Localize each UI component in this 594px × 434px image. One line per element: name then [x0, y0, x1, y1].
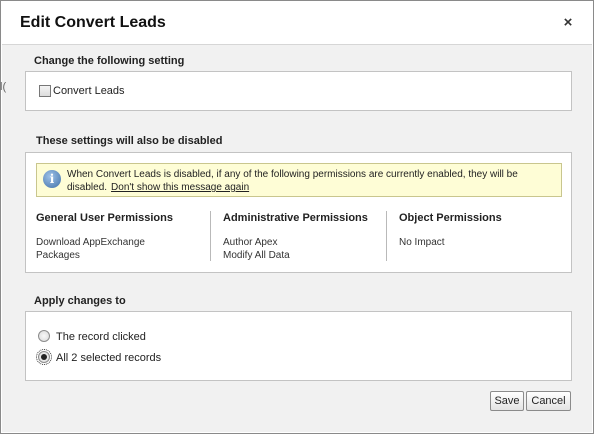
column-header-administrative: Administrative Permissions: [223, 212, 368, 224]
dont-show-again-link[interactable]: Don't show this message again: [111, 182, 249, 193]
convert-leads-checkbox[interactable]: [39, 85, 51, 97]
admin-permission-item: Author Apex: [223, 237, 278, 248]
section-title-change-setting: Change the following setting: [34, 55, 185, 67]
cancel-button[interactable]: Cancel: [526, 391, 571, 411]
dialog-body: Change the following setting Convert Lea…: [2, 45, 592, 432]
dialog-title: Edit Convert Leads: [20, 14, 166, 31]
column-divider: [386, 211, 387, 261]
convert-leads-label: Convert Leads: [53, 85, 125, 97]
close-icon[interactable]: ×: [561, 15, 575, 30]
section-title-apply-changes: Apply changes to: [34, 295, 126, 307]
also-disabled-box: i When Convert Leads is disabled, if any…: [25, 152, 572, 273]
general-permission-item: Packages: [36, 250, 80, 261]
column-header-general: General User Permissions: [36, 212, 173, 224]
change-setting-box: Convert Leads: [25, 71, 572, 111]
admin-permission-item: Modify All Data: [223, 250, 290, 261]
dialog-header: Edit Convert Leads ×: [2, 2, 592, 45]
radio-all-selected-label: All 2 selected records: [56, 352, 162, 364]
general-permission-item: Download AppExchange: [36, 237, 145, 248]
object-permission-item: No Impact: [399, 237, 445, 248]
radio-record-clicked-label: The record clicked: [56, 331, 146, 343]
info-message: When Convert Leads is disabled, if any o…: [67, 168, 557, 194]
apply-changes-box: The record clicked All 2 selected record…: [25, 311, 572, 381]
section-title-also-disabled: These settings will also be disabled: [36, 135, 223, 147]
radio-all-selected[interactable]: [36, 349, 52, 365]
info-icon: i: [43, 170, 61, 188]
column-divider: [210, 211, 211, 261]
info-message-bar: i When Convert Leads is disabled, if any…: [36, 163, 562, 197]
column-header-object: Object Permissions: [399, 212, 502, 224]
background-page-fragment: l(: [0, 81, 7, 93]
edit-convert-leads-dialog: Edit Convert Leads × Change the followin…: [0, 0, 594, 434]
radio-record-clicked[interactable]: [38, 330, 50, 342]
save-button[interactable]: Save: [490, 391, 524, 411]
